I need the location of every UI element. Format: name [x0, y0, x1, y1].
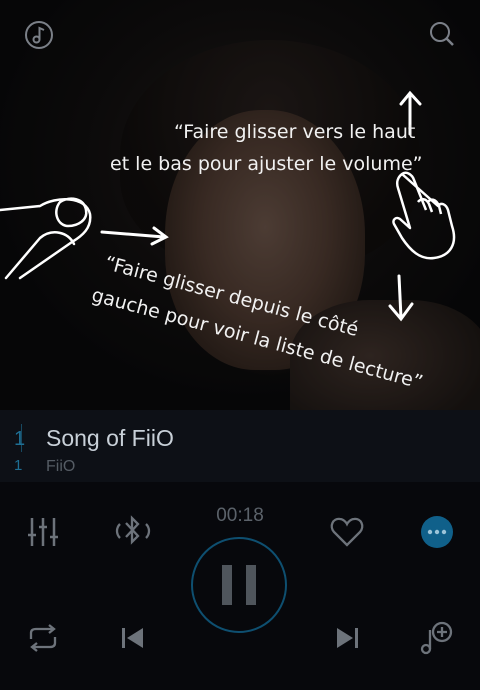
more-button[interactable]	[421, 516, 453, 548]
track-number: 1	[14, 428, 26, 450]
finger-gesture-icon	[0, 197, 92, 280]
down-arrow-icon	[388, 274, 414, 322]
right-arrow-icon	[100, 226, 169, 246]
hint-volume-line1: “Faire glisser vers le haut	[174, 121, 416, 143]
more-icon	[427, 529, 447, 535]
track-title: Song of FiiO	[46, 425, 174, 451]
next-icon[interactable]	[335, 627, 359, 649]
equalizer-icon[interactable]	[26, 515, 60, 549]
music-note-icon[interactable]	[24, 20, 54, 50]
hand-gesture-icon	[392, 171, 456, 260]
track-artist: FiiO	[46, 458, 76, 475]
track-info-bar[interactable]: 1 Song of FiiO 1 FiiO	[0, 410, 480, 482]
hint-volume-line2: et le bas pour ajuster le volume”	[110, 153, 423, 175]
previous-icon[interactable]	[121, 627, 145, 649]
pause-button[interactable]	[191, 537, 287, 633]
track-divider	[21, 424, 22, 452]
bluetooth-icon[interactable]	[112, 514, 154, 548]
heart-icon[interactable]	[330, 516, 364, 548]
add-to-playlist-icon[interactable]	[418, 620, 454, 656]
search-icon[interactable]	[428, 20, 458, 50]
artist-number: 1	[14, 457, 23, 474]
repeat-icon[interactable]	[26, 624, 60, 652]
elapsed-time: 00:18	[216, 505, 264, 526]
pause-icon	[222, 565, 256, 605]
